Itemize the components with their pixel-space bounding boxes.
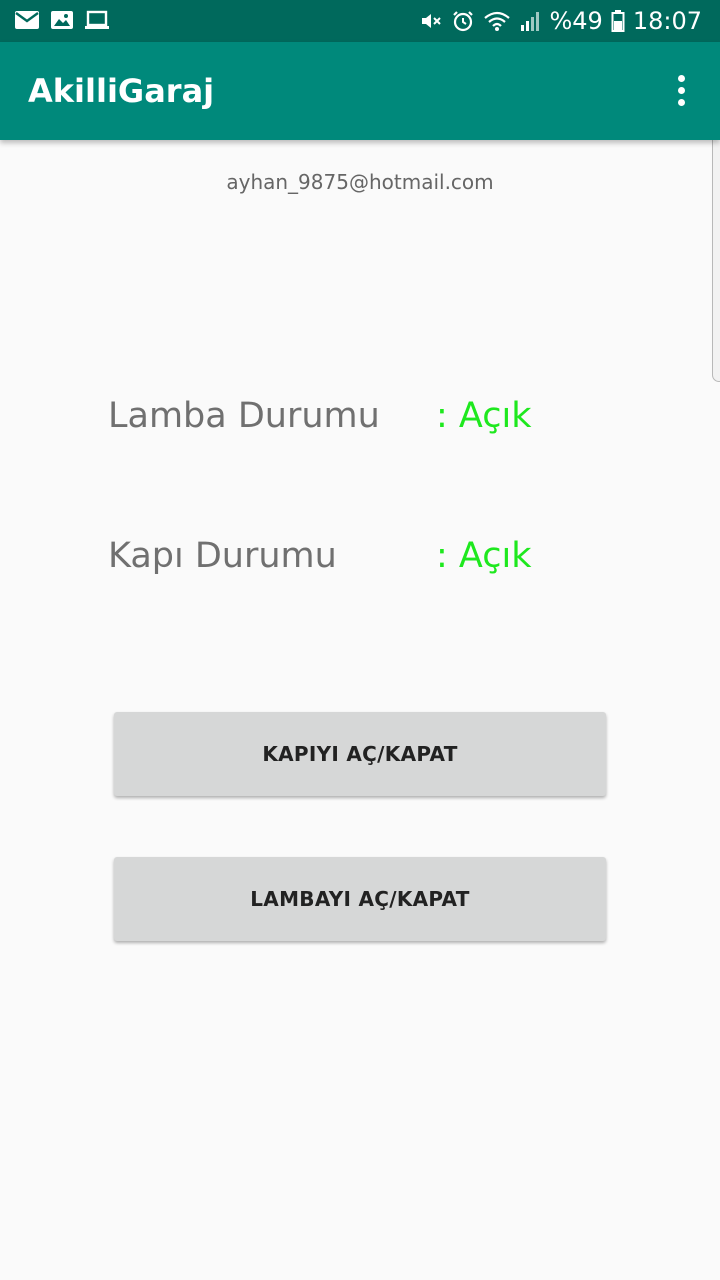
laptop-icon <box>84 9 110 31</box>
toggle-lamp-button[interactable]: LAMBAYI AÇ/KAPAT <box>114 857 606 941</box>
alarm-icon <box>451 9 475 33</box>
mute-icon <box>419 9 443 33</box>
toggle-door-button[interactable]: KAPIYI AÇ/KAPAT <box>114 712 606 796</box>
door-status-label: Kapı Durumu <box>108 536 337 576</box>
clock-text: 18:07 <box>632 7 702 35</box>
scroll-handle[interactable] <box>712 128 720 382</box>
battery-text: %49 <box>549 7 603 35</box>
notification-icons <box>14 9 110 31</box>
door-status-value: : Açık <box>436 536 532 576</box>
app-bar: AkilliGaraj <box>0 42 720 140</box>
battery-icon <box>611 9 625 33</box>
app-title: AkilliGaraj <box>28 72 215 110</box>
user-email: ayhan_9875@hotmail.com <box>226 170 494 194</box>
mail-icon <box>14 9 40 31</box>
system-icons: %49 18:07 <box>419 0 702 42</box>
more-vert-icon[interactable] <box>666 75 696 107</box>
signal-icon <box>519 9 541 33</box>
status-bar: %49 18:07 <box>0 0 720 42</box>
wifi-icon <box>483 9 511 33</box>
lamp-status-label: Lamba Durumu <box>108 396 380 436</box>
image-icon <box>50 9 74 31</box>
lamp-status-value: : Açık <box>436 396 532 436</box>
